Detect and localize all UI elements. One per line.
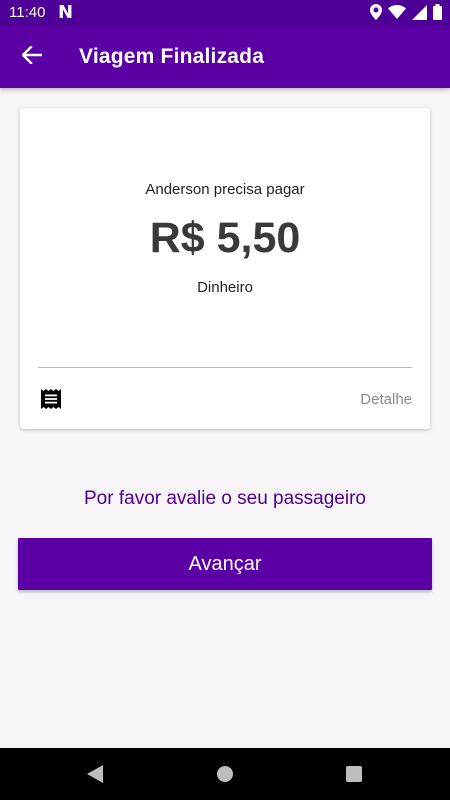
- status-bar: 11:40 N: [0, 0, 450, 26]
- payer-text: Anderson precisa pagar: [145, 181, 305, 198]
- battery-icon: [433, 4, 442, 20]
- arrow-left-icon: [21, 44, 43, 69]
- navigation-bar: [0, 748, 450, 800]
- receipt-icon[interactable]: [40, 388, 62, 410]
- advance-button[interactable]: Avançar: [18, 538, 432, 590]
- rate-passenger-link[interactable]: Por favor avalie o seu passageiro: [0, 488, 450, 510]
- wifi-icon: [388, 5, 406, 19]
- payment-amount: R$ 5,50: [149, 214, 301, 262]
- app-bar: Viagem Finalizada: [0, 26, 450, 88]
- detail-link[interactable]: Detalhe: [360, 391, 412, 408]
- payment-card: Anderson precisa pagar R$ 5,50 Dinheiro …: [20, 108, 430, 429]
- nav-home-icon[interactable]: [212, 761, 238, 787]
- nav-recents-icon[interactable]: [341, 761, 367, 787]
- card-divider: [38, 367, 412, 368]
- status-time: 11:40: [9, 4, 46, 21]
- status-icons: [370, 4, 442, 20]
- location-icon: [370, 4, 382, 20]
- nav-back-icon[interactable]: [82, 761, 108, 787]
- page-title: Viagem Finalizada: [79, 45, 265, 68]
- back-button[interactable]: [14, 39, 50, 75]
- signal-icon: [412, 4, 427, 20]
- notification-n-icon: N: [58, 2, 74, 23]
- payment-method: Dinheiro: [197, 279, 253, 296]
